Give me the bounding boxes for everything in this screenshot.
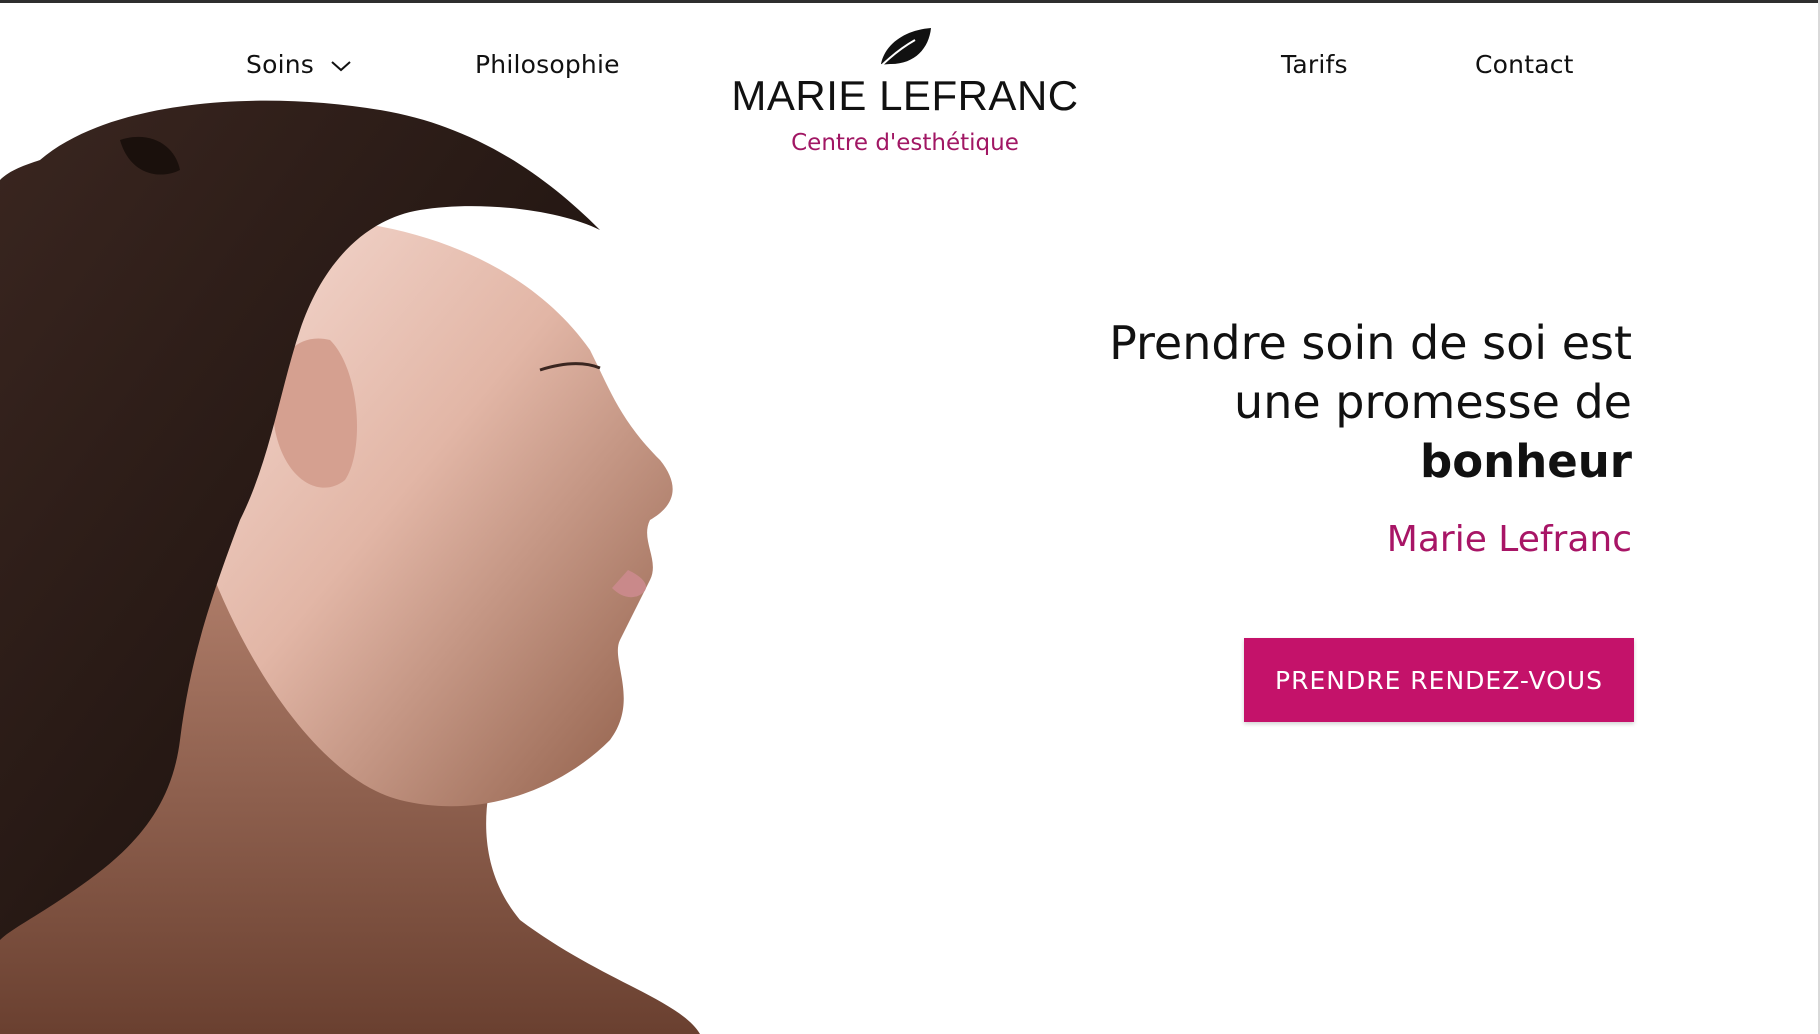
page: Soins Philosophie Tarifs Contact MARIE L… (0, 0, 1820, 1034)
hero-author: Marie Lefranc (1386, 519, 1632, 560)
hero-tagline: Prendre soin de soi est une promesse de … (1012, 314, 1632, 560)
site-logo[interactable]: MARIE LEFRANC Centre d'esthétique (730, 24, 1080, 156)
hero-line-2: une promesse de (1234, 375, 1632, 429)
chevron-down-icon (330, 50, 352, 79)
book-appointment-button[interactable]: PRENDRE RENDEZ-VOUS (1244, 638, 1634, 722)
logo-name: MARIE LEFRANC (731, 72, 1079, 119)
woman-profile-photo (0, 100, 700, 1034)
nav-tarifs[interactable]: Tarifs (1281, 50, 1348, 79)
nav-soins[interactable]: Soins (246, 50, 352, 79)
nav-soins-label: Soins (246, 50, 314, 79)
window-top-border (0, 0, 1820, 3)
hero-line-1: Prendre soin de soi est (1109, 316, 1632, 370)
nav-contact[interactable]: Contact (1475, 50, 1574, 79)
nav-philosophie[interactable]: Philosophie (475, 50, 620, 79)
hero-line-3: bonheur (1420, 435, 1632, 488)
logo-subtitle: Centre d'esthétique (791, 130, 1019, 157)
leaf-icon (878, 28, 931, 69)
